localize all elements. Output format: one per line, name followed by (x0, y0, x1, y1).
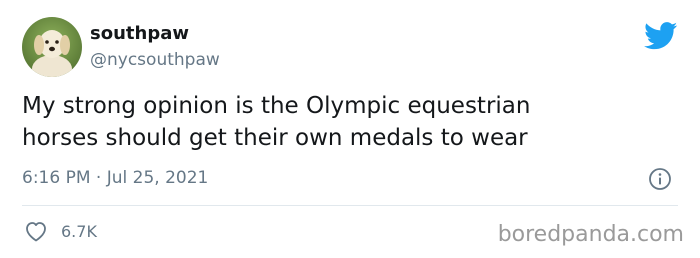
heart-icon[interactable] (24, 220, 48, 242)
tweet-text-line-1: My strong opinion is the Olympic equestr… (22, 93, 531, 119)
like-count: 6.7K (61, 221, 97, 241)
display-name[interactable]: southpaw (90, 23, 220, 45)
tweet-timestamp[interactable]: 6:16 PM · Jul 25, 2021 (22, 167, 208, 189)
boredpanda-watermark: boredpanda.com (497, 222, 684, 247)
author-block: southpaw @nycsouthpaw (90, 23, 220, 71)
tweet-text: My strong opinion is the Olympic equestr… (22, 90, 682, 154)
info-icon[interactable] (648, 167, 672, 191)
tweet-card: southpaw @nycsouthpaw My strong opinion … (0, 0, 700, 258)
twitter-bird-icon[interactable] (644, 22, 678, 50)
avatar[interactable] (22, 17, 82, 77)
like-button[interactable]: 6.7K (24, 219, 97, 243)
username[interactable]: @nycsouthpaw (90, 49, 220, 71)
divider (22, 205, 678, 206)
puppy-avatar-image (22, 17, 82, 77)
tweet-text-line-2: horses should get their own medals to we… (22, 125, 528, 151)
